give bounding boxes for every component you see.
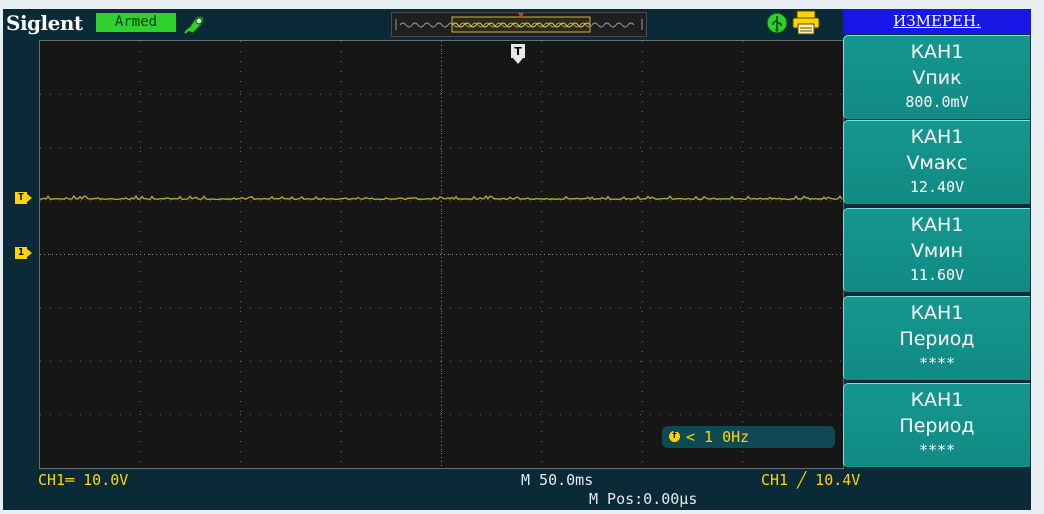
- measure-source: КАН1: [910, 302, 964, 324]
- measure-slot-2[interactable]: КАН1 Vмакс 12.40V: [843, 120, 1030, 204]
- grid-lines: [40, 41, 843, 468]
- measure-type: Период: [899, 415, 975, 437]
- horizontal-position: M Pos:0.00μs: [589, 490, 698, 508]
- measure-slot-4[interactable]: КАН1 Период ****: [843, 296, 1030, 380]
- acquisition-status-badge: Armed: [96, 13, 176, 32]
- ch1-volts-per-div: CH1═ 10.0V: [38, 471, 129, 489]
- measure-type: Vмакс: [906, 152, 968, 174]
- trigger-level-label: T: [15, 192, 27, 204]
- measure-slot-3[interactable]: КАН1 Vмин 11.60V: [843, 208, 1030, 292]
- printer-icon: [792, 10, 820, 35]
- measure-type: Период: [899, 328, 975, 350]
- frequency-value: < 1 0Hz: [686, 428, 750, 446]
- frequency-icon: f: [669, 431, 680, 442]
- menu-title: ИЗМЕРЕН.: [843, 9, 1031, 34]
- brand-logo: Siglent: [6, 11, 83, 35]
- measure-value: 12.40V: [909, 178, 965, 196]
- probe-icon: [184, 15, 205, 34]
- channel1-arrow: [27, 249, 32, 257]
- trigger-level-arrow: [27, 194, 32, 202]
- usb-icon: [766, 12, 788, 34]
- measure-type: Vпик: [912, 67, 962, 89]
- oscilloscope-screen: Siglent Armed T T 1 f < 1 0Hz CH1═ 10.0V…: [3, 9, 1031, 510]
- channel1-trace: [40, 194, 843, 201]
- waveform-grid[interactable]: [39, 40, 844, 469]
- measure-source: КАН1: [910, 389, 964, 411]
- measure-value: 800.0mV: [905, 93, 969, 111]
- timebase-setting: M 50.0ms: [521, 471, 594, 489]
- waveform-memory-preview: [391, 12, 647, 37]
- measure-value: ****: [918, 354, 956, 372]
- measure-type: Vмин: [910, 240, 964, 262]
- measure-value: 11.60V: [909, 266, 965, 284]
- trigger-position-label: T: [514, 45, 522, 58]
- measure-source: КАН1: [910, 126, 964, 148]
- measure-slot-5[interactable]: КАН1 Период ****: [843, 383, 1030, 467]
- measure-source: КАН1: [910, 214, 964, 236]
- trigger-level-marker[interactable]: T: [15, 192, 39, 206]
- measure-source: КАН1: [910, 41, 964, 63]
- trigger-position-marker[interactable]: T: [511, 44, 525, 64]
- measure-slot-1[interactable]: КАН1 Vпик 800.0mV: [843, 35, 1030, 119]
- frequency-counter: f < 1 0Hz: [662, 426, 835, 448]
- channel1-offset-marker[interactable]: 1: [15, 247, 39, 261]
- measure-value: ****: [918, 441, 956, 459]
- channel1-label: 1: [15, 247, 27, 259]
- trigger-setting: CH1 ╱ 10.4V: [761, 471, 861, 489]
